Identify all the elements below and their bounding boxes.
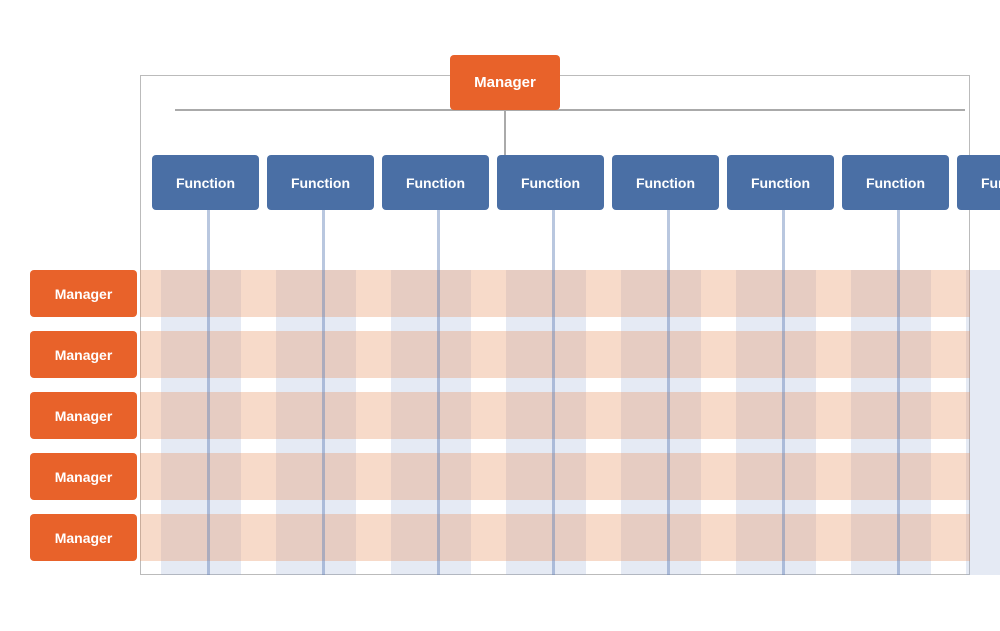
- function-box-1: Function: [267, 155, 374, 210]
- function-box-3: Function: [497, 155, 604, 210]
- functions-row: FunctionFunctionFunctionFunctionFunction…: [148, 155, 958, 210]
- manager-box-2: Manager: [30, 392, 137, 439]
- function-box-2: Function: [382, 155, 489, 210]
- manager-box-0: Manager: [30, 270, 137, 317]
- canvas: Manager FunctionFunctionFunctionFunction…: [0, 0, 1000, 631]
- manager-box-4: Manager: [30, 514, 137, 561]
- function-box-6: Function: [842, 155, 949, 210]
- manager-vertical-line: [504, 109, 506, 159]
- top-manager-box: Manager: [450, 55, 560, 110]
- manager-box-3: Manager: [30, 453, 137, 500]
- manager-box-1: Manager: [30, 331, 137, 378]
- top-manager-label: Manager: [474, 74, 536, 91]
- row-band-1: [140, 331, 970, 378]
- managers-column: Manager Manager Manager Manager Manager: [30, 270, 137, 561]
- function-box-7: Function: [957, 155, 1000, 210]
- col-band-7: [966, 270, 1000, 575]
- matrix-area: [140, 270, 970, 575]
- function-box-4: Function: [612, 155, 719, 210]
- function-box-0: Function: [152, 155, 259, 210]
- row-band-3: [140, 453, 970, 500]
- row-band-4: [140, 514, 970, 561]
- row-band-2: [140, 392, 970, 439]
- row-band-0: [140, 270, 970, 317]
- function-box-5: Function: [727, 155, 834, 210]
- top-horizontal-line: [175, 109, 965, 111]
